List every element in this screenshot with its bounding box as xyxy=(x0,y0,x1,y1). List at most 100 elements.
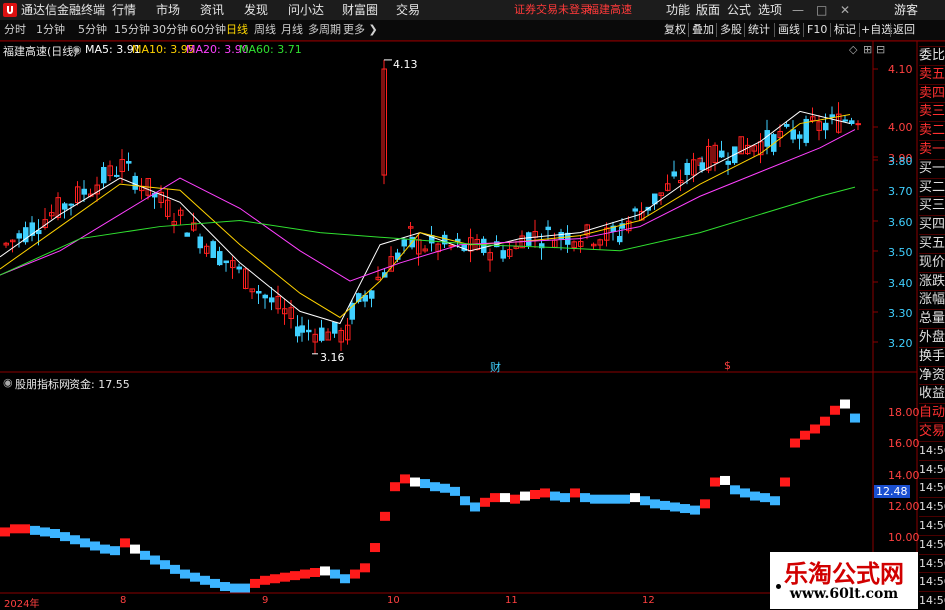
candle-body xyxy=(764,130,770,147)
indicator-current-value: 12.48 xyxy=(874,485,910,498)
side-panel-item: 涨跌 xyxy=(919,271,945,289)
price-tick: 4.10 xyxy=(888,63,913,76)
indicator-block xyxy=(80,538,90,548)
side-panel-item: 现价 xyxy=(919,252,945,270)
x-axis-label: 11 xyxy=(505,595,518,606)
indicator-block xyxy=(480,497,490,507)
diamond-icon[interactable]: ◇ xyxy=(849,43,857,56)
indicator-block xyxy=(220,582,230,592)
indicator-block xyxy=(160,560,170,570)
indicator-block xyxy=(640,496,650,506)
low-price-marker: 3.16 xyxy=(320,351,345,364)
indicator-block xyxy=(590,494,600,504)
indicator-block xyxy=(180,569,190,579)
indicator-block xyxy=(680,504,690,514)
indicator-block xyxy=(790,438,800,448)
candle-body xyxy=(632,208,638,212)
indicator-block xyxy=(490,493,500,503)
indicator-block xyxy=(410,477,420,487)
side-panel-item: 14:56 xyxy=(919,478,945,496)
candle-body xyxy=(236,266,242,270)
indicator-block xyxy=(330,569,340,579)
indicator-settings-icon[interactable]: ◉ xyxy=(3,376,13,389)
zoom-in-icon[interactable]: ⊞ xyxy=(863,43,872,56)
candle-body xyxy=(332,321,338,334)
x-axis-label: 2024年 xyxy=(4,599,40,610)
candle-body xyxy=(481,238,487,253)
indicator-tick: 14.00 xyxy=(888,469,920,482)
candle-body xyxy=(269,297,275,303)
quote-side-panel: 委比 卖五 卖四 卖三 卖二 卖一 买一 买二 买三 买四 买五 现价 涨跌 涨幅 总量 外盘 换手 净资 收益 自动… xyxy=(917,42,945,609)
indicator-block xyxy=(720,475,730,485)
side-panel-item: 买三 xyxy=(919,196,945,214)
indicator-block xyxy=(360,563,370,573)
side-panel-item: 14:56 xyxy=(919,534,945,553)
indicator-block xyxy=(460,496,470,506)
candle-body xyxy=(126,161,132,164)
side-panel-item: 14:56 xyxy=(919,572,945,590)
price-tick: 3.40 xyxy=(888,277,913,290)
indicator-block xyxy=(250,578,260,588)
candle-body xyxy=(217,251,223,266)
candle-body xyxy=(699,162,705,171)
price-tick: 3.20 xyxy=(888,337,913,350)
indicator-block xyxy=(90,541,100,551)
candle-body xyxy=(725,160,731,165)
side-panel-item: 买一 xyxy=(919,158,945,176)
candle-body xyxy=(16,233,22,239)
side-panel-item: 总量 xyxy=(919,309,945,327)
price-tick: 3.30 xyxy=(888,307,913,320)
x-axis-label: 10 xyxy=(387,595,400,606)
indicator-block xyxy=(710,477,720,487)
candle-body xyxy=(719,150,725,158)
ma5-line xyxy=(0,110,851,325)
ma10-line xyxy=(0,113,851,319)
indicator-block xyxy=(200,575,210,585)
candle-body xyxy=(184,232,190,237)
side-panel-item: 收益 xyxy=(919,384,945,402)
candle-body xyxy=(197,236,203,249)
candle-body xyxy=(369,290,375,299)
candle-body xyxy=(68,203,74,206)
candle-body xyxy=(62,203,68,210)
dividend-event-marker[interactable]: $ xyxy=(724,359,731,372)
indicator-block xyxy=(520,491,530,501)
indicator-block xyxy=(30,525,40,535)
side-panel-item: 14:56 xyxy=(919,497,945,515)
candlestick-chart[interactable] xyxy=(0,0,945,609)
indicator-block xyxy=(320,566,330,576)
candle-body xyxy=(299,325,305,333)
indicator-block xyxy=(440,483,450,493)
indicator-block xyxy=(290,571,300,581)
indicator-block xyxy=(10,524,20,534)
indicator-block xyxy=(670,502,680,512)
finance-event-marker[interactable]: 财 xyxy=(490,359,501,375)
indicator-name: 股朋指标网 xyxy=(15,378,70,391)
side-panel-item: 换手 xyxy=(919,346,945,364)
candle-body xyxy=(81,188,87,195)
indicator-block xyxy=(750,491,760,501)
indicator-block xyxy=(550,491,560,501)
candle-body xyxy=(101,166,107,184)
indicator-block xyxy=(800,430,810,440)
indicator-block xyxy=(500,493,510,503)
indicator-block xyxy=(600,494,610,504)
zoom-out-icon[interactable]: ⊟ xyxy=(876,43,885,56)
side-panel-item: 卖一 xyxy=(919,140,945,157)
indicator-block xyxy=(0,527,10,537)
side-panel-item: 外盘 xyxy=(919,328,945,345)
indicator-block xyxy=(60,532,70,542)
indicator-block xyxy=(20,524,30,534)
price-tick: 3.50 xyxy=(888,246,913,259)
side-panel-item: 卖二 xyxy=(919,121,945,139)
watermark-url: www.60lt.com xyxy=(789,586,899,602)
indicator-block xyxy=(340,574,350,584)
side-panel-item: 卖五 xyxy=(919,64,945,82)
indicator-block xyxy=(100,544,110,554)
settings-circle-icon[interactable]: ◉ xyxy=(72,43,82,56)
indicator-block xyxy=(280,572,290,582)
indicator-block xyxy=(760,493,770,503)
indicator-block xyxy=(40,527,50,537)
side-panel-item: 买四 xyxy=(919,215,945,233)
side-panel-item: 14:56 xyxy=(919,591,945,609)
